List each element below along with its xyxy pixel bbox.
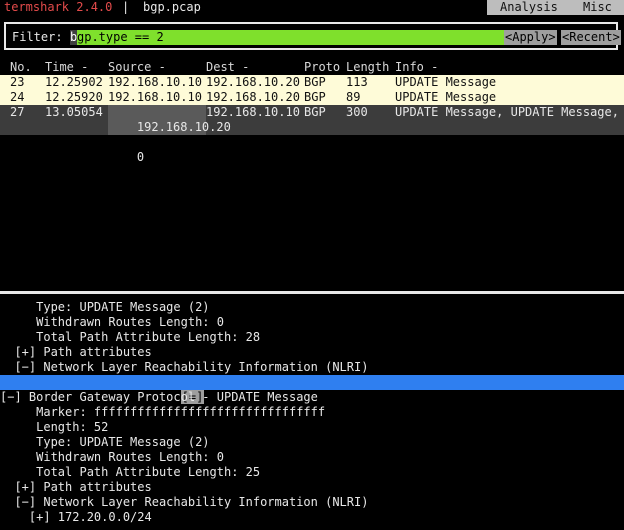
- packet-source: 192.168.10.10: [108, 75, 202, 89]
- tree-item[interactable]: Marker: ffffffffffffffffffffffffffffffff: [0, 405, 624, 420]
- packet-info: UPDATE Message: [395, 75, 497, 89]
- column-header-proto[interactable]: Proto: [304, 60, 340, 75]
- filter-input[interactable]: b gp.type == 2: [70, 30, 504, 45]
- tree-item[interactable]: Total Path Attribute Length: 25: [0, 465, 624, 480]
- packet-list-header: No. Time - Source - Dest - Proto Length …: [0, 60, 624, 75]
- tree-item-path-attributes[interactable]: [+] Path attributes: [0, 345, 624, 360]
- packet-row-selected[interactable]: 27 13.05054 192.168.10.20 0 192.168.10.1…: [0, 105, 624, 164]
- packet-time: 13.05054: [45, 105, 103, 119]
- packet-dest: 192.168.10.20: [206, 75, 300, 89]
- menu-analysis[interactable]: Analysis: [500, 0, 558, 15]
- packet-source: 192.168.10.10: [108, 90, 202, 104]
- tree-item[interactable]: [+] 172.20.0.0/24: [0, 510, 624, 525]
- packet-source-line2: 0: [136, 150, 145, 164]
- tree-item-path-attributes[interactable]: [+] Path attributes: [0, 480, 624, 495]
- apply-button[interactable]: <Apply>: [504, 30, 557, 45]
- packet-dest: 192.168.10.20: [206, 90, 300, 104]
- filter-label: Filter:: [12, 30, 63, 44]
- packet-info: UPDATE Message: [395, 90, 497, 104]
- title-bar: termshark 2.4.0 | bgp.pcap Analysis Misc: [0, 0, 624, 15]
- column-header-source[interactable]: Source -: [108, 60, 166, 75]
- column-header-length[interactable]: Length: [346, 60, 389, 75]
- filter-value: gp.type == 2: [77, 30, 164, 44]
- tree-item[interactable]: Length: 52: [0, 420, 624, 435]
- packet-time: 12.25902: [45, 75, 103, 89]
- text-cursor: b: [70, 30, 78, 45]
- tree-item[interactable]: Withdrawn Routes Length: 0: [0, 450, 624, 465]
- tree-item[interactable]: Type: UPDATE Message (2): [0, 435, 624, 450]
- tree-item[interactable]: Type: UPDATE Message (2): [0, 300, 624, 315]
- tree-item-selected[interactable]: [+] 10.10.1.0/24 [=]: [0, 375, 624, 404]
- packet-no: 24: [10, 90, 25, 104]
- packet-proto: BGP: [304, 75, 326, 89]
- packet-proto: BGP: [304, 105, 326, 119]
- column-header-time[interactable]: Time -: [45, 60, 88, 75]
- app-name: termshark 2.4.0: [4, 0, 113, 14]
- menu-misc[interactable]: Misc: [583, 0, 612, 15]
- pane-divider[interactable]: [0, 291, 624, 294]
- packet-proto: BGP: [304, 90, 326, 104]
- tree-item-bgp[interactable]: [−] Border Gateway Protocol - UPDATE Mes…: [0, 390, 624, 405]
- file-name: bgp.pcap: [143, 0, 201, 14]
- filter-bar: Filter: b gp.type == 2 <Apply> <Recent>: [4, 22, 621, 50]
- column-header-info[interactable]: Info -: [395, 60, 438, 75]
- tree-item[interactable]: Withdrawn Routes Length: 0: [0, 315, 624, 330]
- packet-source: 192.168.10.20 0: [108, 105, 231, 164]
- packet-length: 113: [346, 75, 368, 89]
- recent-button[interactable]: <Recent>: [561, 30, 621, 45]
- title-separator: |: [122, 0, 130, 14]
- tree-item-nlri[interactable]: [−] Network Layer Reachability Informati…: [0, 495, 624, 510]
- column-header-dest[interactable]: Dest -: [206, 60, 249, 75]
- tree-item[interactable]: Total Path Attribute Length: 28: [0, 330, 624, 345]
- packet-no: 27: [10, 105, 25, 119]
- packet-length: 300: [346, 105, 368, 119]
- packet-length: 89: [346, 90, 361, 104]
- packet-dest: 192.168.10.10: [206, 105, 300, 119]
- packet-no: 23: [10, 75, 25, 89]
- packet-time: 12.25920: [45, 90, 103, 104]
- packet-source-line1: 192.168.10.20: [136, 120, 231, 134]
- column-header-no[interactable]: No.: [10, 60, 32, 75]
- packet-row[interactable]: 24 12.25920 192.168.10.10 192.168.10.20 …: [0, 90, 624, 105]
- packet-row[interactable]: 23 12.25902 192.168.10.10 192.168.10.20 …: [0, 75, 624, 90]
- tree-item-nlri[interactable]: [−] Network Layer Reachability Informati…: [0, 360, 624, 375]
- packet-info: UPDATE Message, UPDATE Message,: [395, 105, 619, 119]
- menu-bar: Analysis Misc: [487, 0, 624, 15]
